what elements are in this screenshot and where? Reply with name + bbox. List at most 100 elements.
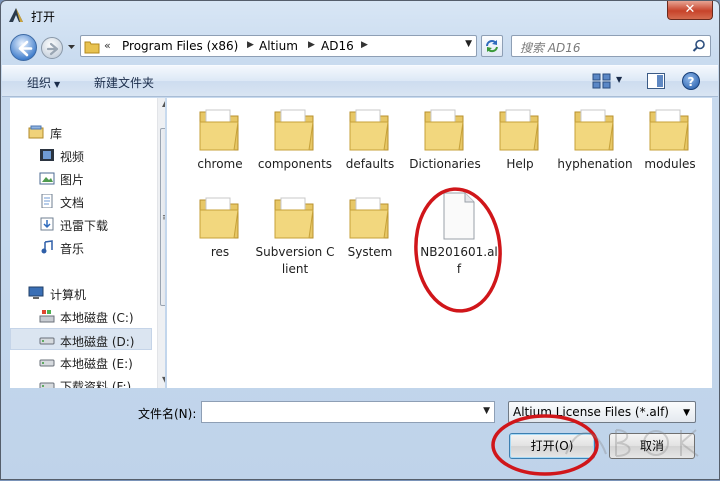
folder-item-defaults[interactable]: defaults	[330, 104, 410, 184]
folder-item-chrome[interactable]: chrome	[180, 104, 260, 184]
sidebar-item-label: 图片	[60, 173, 85, 187]
breadcrumb-separator-icon[interactable]: ▶	[361, 40, 368, 50]
sidebar-item-video[interactable]: 视频	[10, 144, 152, 166]
documents-icon	[41, 194, 53, 208]
sidebar-item-computer[interactable]: 计算机	[10, 282, 152, 304]
file-name: defaults	[345, 157, 395, 171]
sidebar-item-label: 库	[50, 127, 63, 141]
folder-icon	[84, 41, 100, 54]
sidebar-item-pictures[interactable]: 图片	[10, 167, 152, 189]
folder-item-modules[interactable]: modules	[630, 104, 710, 184]
folder-item-hyphenation[interactable]: hyphenation	[555, 104, 635, 184]
sidebar-item-drive-f[interactable]: 下载资料 (F:)	[10, 374, 152, 388]
organize-label: 组织	[27, 76, 52, 90]
sidebar-item-music[interactable]: 音乐	[10, 236, 152, 258]
sidebar-item-label: 音乐	[60, 242, 85, 256]
sidebar-item-label: 视频	[60, 150, 85, 164]
library-icon	[28, 125, 44, 139]
arrow-right-icon	[46, 42, 59, 56]
sidebar-item-label: 本地磁盘 (E:)	[60, 357, 133, 371]
folder-item-dictionaries[interactable]: Dictionaries	[405, 104, 485, 184]
file-item-nb201601-alf[interactable]: NB201601.alf	[419, 192, 499, 276]
sidebar-item-label: 本地磁盘 (C:)	[60, 311, 134, 325]
folder-icon	[649, 109, 689, 151]
file-name: Help	[506, 157, 534, 171]
scroll-grip-icon: ≡	[162, 213, 165, 223]
folder-icon	[499, 109, 539, 151]
file-type-value: Altium License Files (*.alf)	[513, 405, 669, 419]
sidebar-item-label: 文档	[60, 196, 85, 210]
sidebar-item-documents[interactable]: 文档	[10, 190, 152, 212]
folder-item-components[interactable]: components	[255, 104, 335, 184]
address-bar[interactable]: « Program Files (x86) ▶ Altium ▶ AD16 ▶ …	[80, 35, 477, 57]
navigation-pane: 库 视频 图片 文档 迅雷下载 音乐 计算机 本地磁盘 (C:) 本地磁盘 (D…	[10, 98, 165, 388]
new-folder-button[interactable]: 新建文件夹	[94, 74, 154, 91]
forward-button[interactable]	[41, 37, 63, 59]
breadcrumb-ad16[interactable]: AD16	[321, 39, 354, 53]
system-drive-icon	[39, 310, 55, 323]
folder-icon	[349, 197, 389, 239]
folder-icon	[274, 109, 314, 151]
folder-item-res[interactable]: res	[180, 192, 260, 272]
search-placeholder: 搜索 AD16	[520, 41, 581, 55]
folder-item-system[interactable]: System	[330, 192, 410, 272]
organize-button[interactable]: 组织 ▼	[27, 74, 60, 91]
dropdown-arrow-icon: ▼	[54, 80, 61, 89]
pictures-icon	[39, 172, 55, 185]
change-view-icon[interactable]	[592, 73, 612, 89]
sidebar-item-drive-d[interactable]: 本地磁盘 (D:)	[10, 328, 152, 350]
breadcrumb-overflow[interactable]: «	[104, 39, 111, 52]
file-name: Subversion Client	[255, 245, 335, 276]
file-name: System	[347, 245, 393, 259]
sidebar-item-label: 迅雷下载	[60, 219, 109, 233]
file-type-select[interactable]: Altium License Files (*.alf) ▼	[508, 401, 696, 423]
file-name: Dictionaries	[409, 157, 481, 171]
preview-pane-icon[interactable]	[647, 73, 665, 89]
breadcrumb-altium[interactable]: Altium	[259, 39, 298, 53]
open-button[interactable]: 打开(O)	[509, 433, 595, 459]
search-box[interactable]: 搜索 AD16	[511, 35, 711, 57]
breadcrumb-program-files[interactable]: Program Files (x86)	[122, 39, 238, 53]
sidebar-item-label: 计算机	[50, 288, 87, 302]
folder-item-help[interactable]: Help	[480, 104, 560, 184]
altium-app-icon	[9, 8, 23, 22]
filename-dropdown-icon[interactable]: ▼	[483, 406, 490, 416]
folder-icon	[574, 109, 614, 151]
navigation-scrollbar[interactable]: ▲ ≡ ▼	[157, 98, 165, 388]
folder-item-subversion-client[interactable]: Subversion Client	[255, 192, 335, 276]
address-dropdown-icon[interactable]: ▼	[465, 39, 472, 49]
computer-icon	[28, 286, 44, 299]
file-type-dropdown-icon: ▼	[683, 408, 690, 418]
filename-input[interactable]: ▼	[201, 401, 495, 423]
help-button[interactable]: ?	[682, 72, 700, 90]
file-list: chrome components defaults Dictionaries …	[167, 98, 712, 388]
video-icon	[40, 149, 54, 161]
close-button[interactable]: ✕	[667, 1, 713, 20]
back-button[interactable]	[10, 34, 37, 61]
open-file-dialog: 打开 ✕ « Program Files (x86) ▶ Altium ▶ AD…	[0, 0, 720, 480]
file-name: modules	[644, 157, 696, 171]
sidebar-item-drive-c[interactable]: 本地磁盘 (C:)	[10, 305, 152, 327]
scroll-down-icon[interactable]: ▼	[162, 375, 165, 384]
cancel-button[interactable]: 取消	[609, 433, 695, 459]
command-bar: 组织 ▼ 新建文件夹 ▼ ?	[2, 65, 718, 97]
window-title: 打开	[31, 10, 56, 24]
sidebar-item-label: 本地磁盘 (D:)	[60, 335, 135, 349]
refresh-button[interactable]	[481, 35, 503, 57]
breadcrumb-separator-icon[interactable]: ▶	[308, 40, 315, 50]
folder-icon	[199, 109, 239, 151]
sidebar-item-library[interactable]: 库	[10, 121, 152, 143]
title-bar: 打开 ✕	[1, 1, 719, 29]
scroll-up-icon[interactable]: ▲	[162, 99, 165, 108]
folder-icon	[274, 197, 314, 239]
file-name: chrome	[197, 157, 243, 171]
breadcrumb-separator-icon[interactable]: ▶	[247, 40, 254, 50]
search-icon[interactable]	[692, 39, 706, 53]
recent-pages-chevron-icon[interactable]	[67, 43, 76, 51]
sidebar-item-drive-e[interactable]: 本地磁盘 (E:)	[10, 351, 152, 373]
folder-icon	[199, 197, 239, 239]
folder-icon	[349, 109, 389, 151]
file-name: hyphenation	[557, 157, 633, 171]
sidebar-item-xunlei-download[interactable]: 迅雷下载	[10, 213, 152, 235]
view-options-arrow-icon[interactable]: ▼	[616, 75, 622, 84]
